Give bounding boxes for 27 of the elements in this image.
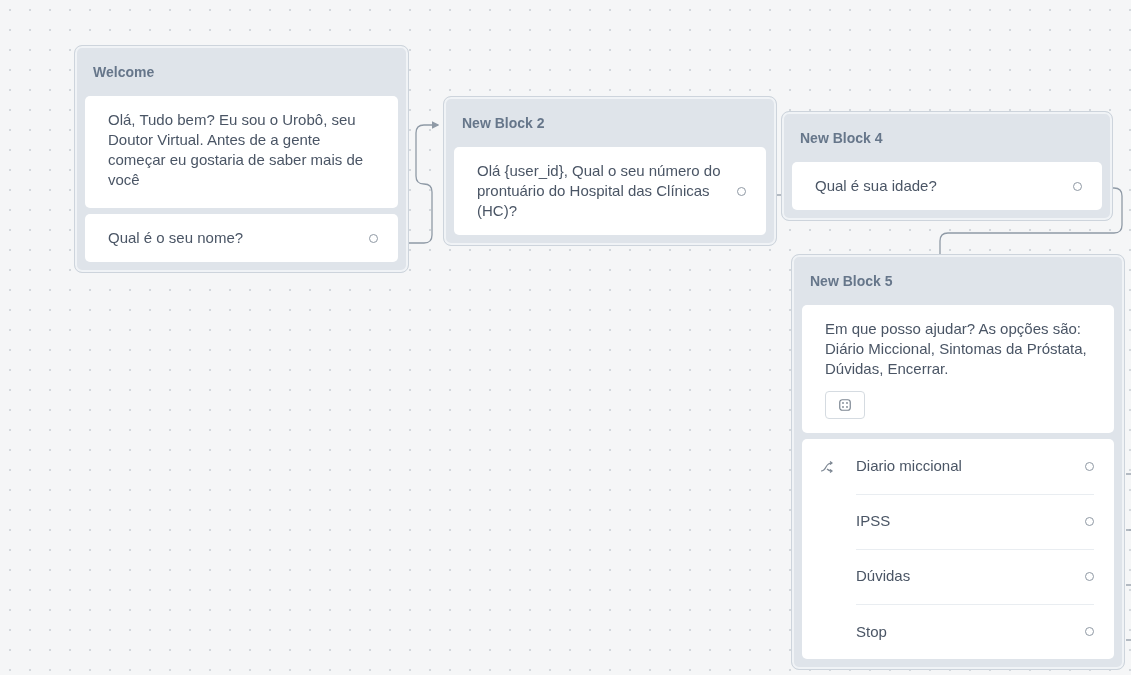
question-card[interactable]: Qual é o seu nome? bbox=[85, 214, 398, 262]
choice-option[interactable]: IPSS bbox=[856, 511, 891, 531]
connector-line bbox=[1125, 639, 1131, 641]
block-title: Welcome bbox=[92, 63, 156, 82]
media-button[interactable] bbox=[825, 391, 865, 419]
flow-block[interactable]: New Block 2 Olá {user_id}, Qual o seu número do prontuário do Hospital das Clínicas (HC)? bbox=[443, 96, 777, 246]
question-text: Olá {user_id}, Qual o seu número do prontuário do Hospital das Clínicas (HC)? bbox=[477, 161, 722, 221]
connector-line bbox=[1125, 584, 1131, 586]
question-card[interactable]: Olá {user_id}, Qual o seu número do prontuário do Hospital das Clínicas (HC)? bbox=[454, 147, 766, 235]
flow-block[interactable]: New Block 4 Qual é sua idade? bbox=[781, 111, 1113, 221]
flow-block[interactable]: New Block 5 Em que posso ajudar? As opções são: Diário Miccional, Sintomas da Próstata, Dúvidas, Encerrar. Diario miccional IPSS Dúvidas Stop bbox=[791, 254, 1125, 670]
shuffle-icon bbox=[820, 460, 834, 473]
question-text: Qual é sua idade? bbox=[815, 176, 938, 196]
block-title: New Block 5 bbox=[809, 272, 894, 291]
choice-option[interactable]: Dúvidas bbox=[856, 566, 911, 586]
dice-icon bbox=[839, 399, 851, 411]
connector-line bbox=[1125, 473, 1131, 475]
block-title: New Block 4 bbox=[799, 129, 884, 148]
connector-line bbox=[1125, 529, 1131, 531]
message-text: Olá, Tudo bem? Eu sou o Urobô, seu Doutor Virtual. Antes de a gente começar eu gostaria de saber mais de você bbox=[85, 96, 398, 208]
choice-option[interactable]: Stop bbox=[856, 621, 887, 642]
choice-option[interactable]: Diario miccional bbox=[856, 456, 962, 476]
question-text: Qual é o seu nome? bbox=[108, 228, 245, 248]
question-card[interactable]: Qual é sua idade? bbox=[792, 162, 1102, 210]
flow-block[interactable]: Welcome Olá, Tudo bem? Eu sou o Urobô, seu Doutor Virtual. Antes de a gente começar eu gostaria de saber mais de você Qual é o seu nome? bbox=[74, 45, 409, 273]
message-text: Em que posso ajudar? As opções são: Diário Miccional, Sintomas da Próstata, Dúvidas, Encerrar. bbox=[825, 319, 1088, 379]
block-title: New Block 2 bbox=[461, 114, 546, 133]
